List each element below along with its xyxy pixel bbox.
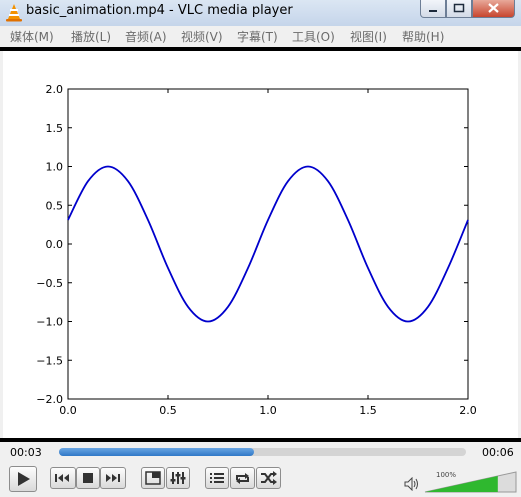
play-button[interactable] bbox=[9, 466, 37, 492]
seek-slider[interactable] bbox=[59, 448, 466, 456]
previous-button[interactable] bbox=[50, 467, 76, 489]
y-tick-label: −1.5 bbox=[36, 354, 63, 367]
elapsed-time[interactable]: 00:03 bbox=[10, 446, 42, 459]
control-bar: 00:03 00:06 100% bbox=[0, 443, 521, 497]
playlist-button[interactable] bbox=[205, 467, 229, 489]
x-tick-label: 1.5 bbox=[359, 404, 377, 417]
y-axis: 2.01.51.00.50.0−0.5−1.0−1.5−2.0 bbox=[36, 83, 468, 406]
minimize-button[interactable] bbox=[420, 0, 446, 18]
y-tick-label: 2.0 bbox=[46, 83, 64, 96]
close-button[interactable] bbox=[472, 0, 515, 18]
menu-help[interactable]: 帮助(H) bbox=[402, 28, 444, 45]
y-tick-label: −1.0 bbox=[36, 316, 63, 329]
x-tick-label: 0.0 bbox=[59, 404, 77, 417]
x-tick-label: 1.0 bbox=[259, 404, 277, 417]
seek-progress bbox=[59, 448, 255, 456]
extended-settings-button[interactable] bbox=[166, 467, 190, 489]
title-bar: basic_animation.mp4 - VLC media player bbox=[0, 0, 521, 26]
menu-playback[interactable]: 播放(L) bbox=[71, 28, 111, 45]
previous-icon bbox=[55, 474, 69, 482]
menu-bar: 媒体(M) 播放(L) 音频(A) 视频(V) 字幕(T) 工具(O) 视图(I… bbox=[0, 26, 521, 47]
shuffle-icon bbox=[261, 471, 277, 485]
x-tick-label: 2.0 bbox=[459, 404, 477, 417]
fullscreen-icon bbox=[145, 471, 161, 485]
loop-icon bbox=[236, 473, 249, 484]
menu-subtitle[interactable]: 字幕(T) bbox=[237, 28, 278, 45]
play-icon bbox=[18, 472, 30, 486]
plot-figure: 2.01.51.00.50.0−0.5−1.0−1.5−2.0 0.0 0.5 1.… bbox=[36, 83, 477, 417]
y-tick-label: 0.0 bbox=[46, 238, 64, 251]
minimize-icon bbox=[429, 10, 437, 12]
data-series-line bbox=[67, 165, 469, 323]
y-tick-label: 1.0 bbox=[46, 161, 64, 174]
maximize-button[interactable] bbox=[446, 0, 472, 18]
separator bbox=[0, 438, 521, 442]
volume-level bbox=[425, 472, 498, 492]
shuffle-button[interactable] bbox=[256, 467, 281, 489]
menu-audio[interactable]: 音频(A) bbox=[125, 28, 167, 45]
next-icon bbox=[106, 474, 120, 482]
next-button[interactable] bbox=[100, 467, 126, 489]
stop-icon bbox=[83, 473, 93, 483]
volume-speaker-icon[interactable] bbox=[404, 477, 420, 491]
stop-button[interactable] bbox=[76, 467, 100, 489]
playlist-icon bbox=[210, 473, 224, 483]
video-area[interactable]: 2.0 1.5 1.0 0.5 0.0 −0.5 −1.0 −1.5 −2.0 0.0 0.5 1.… bbox=[3, 51, 518, 438]
fullscreen-button[interactable] bbox=[141, 467, 165, 489]
vlc-cone-icon bbox=[6, 4, 22, 22]
maximize-icon bbox=[453, 3, 465, 13]
menu-view[interactable]: 视图(I) bbox=[350, 28, 387, 45]
equalizer-icon bbox=[170, 472, 186, 484]
y-tick-label: 0.5 bbox=[46, 199, 64, 212]
plot-frame bbox=[67, 88, 469, 400]
y-tick-label: 1.5 bbox=[46, 122, 64, 135]
x-axis: 0.0 0.5 1.0 1.5 2.0 bbox=[59, 89, 477, 417]
menu-tools[interactable]: 工具(O) bbox=[292, 28, 335, 45]
window-title: basic_animation.mp4 - VLC media player bbox=[26, 3, 293, 18]
x-tick-label: 0.5 bbox=[159, 404, 177, 417]
volume-slider[interactable] bbox=[424, 471, 517, 493]
close-icon bbox=[488, 3, 499, 13]
menu-media[interactable]: 媒体(M) bbox=[10, 28, 54, 45]
total-time[interactable]: 00:06 bbox=[482, 446, 514, 459]
y-tick-label: −0.5 bbox=[36, 277, 63, 290]
loop-button[interactable] bbox=[230, 467, 255, 489]
menu-video[interactable]: 视频(V) bbox=[181, 28, 223, 45]
